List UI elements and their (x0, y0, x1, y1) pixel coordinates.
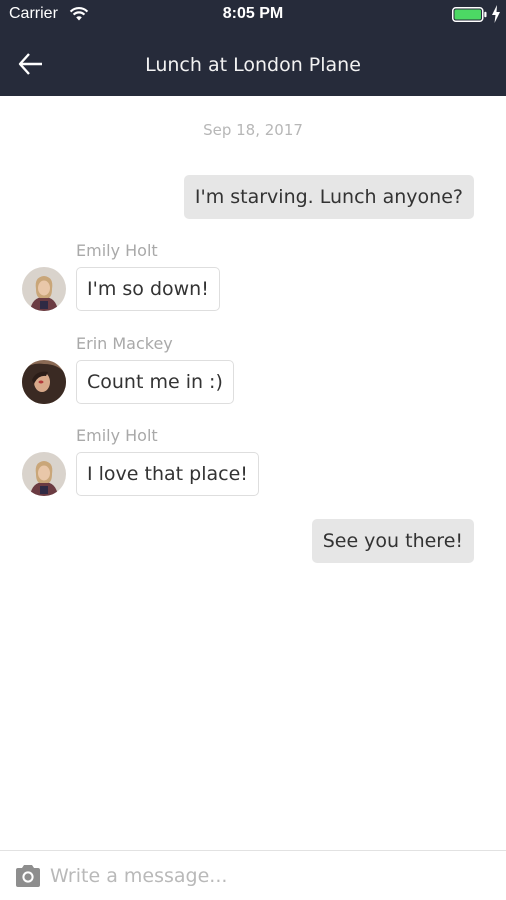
avatar[interactable] (22, 267, 66, 311)
sender-name: Emily Holt (76, 241, 158, 260)
incoming-message[interactable]: Count me in :) (76, 360, 234, 404)
outgoing-message[interactable]: See you there! (311, 519, 474, 563)
outgoing-message[interactable]: I'm starving. Lunch anyone? (183, 175, 474, 219)
battery-icon (452, 7, 487, 22)
sender-name: Emily Holt (76, 426, 158, 445)
incoming-message[interactable]: I love that place! (76, 452, 259, 496)
status-time: 8:05 PM (222, 5, 284, 22)
avatar[interactable] (22, 360, 66, 404)
avatar[interactable] (22, 452, 66, 496)
sender-name: Erin Mackey (76, 334, 173, 353)
message-composer (0, 850, 506, 900)
conversation-title: Lunch at London Plane (145, 54, 361, 76)
message-input[interactable] (50, 859, 490, 893)
incoming-message[interactable]: I'm so down! (76, 267, 220, 311)
camera-icon[interactable] (14, 864, 42, 888)
nav-bar: Lunch at London Plane (0, 30, 506, 96)
status-bar: Carrier 8:05 PM (0, 0, 506, 30)
date-divider: Sep 18, 2017 (203, 121, 303, 139)
bolt-icon (492, 5, 500, 23)
